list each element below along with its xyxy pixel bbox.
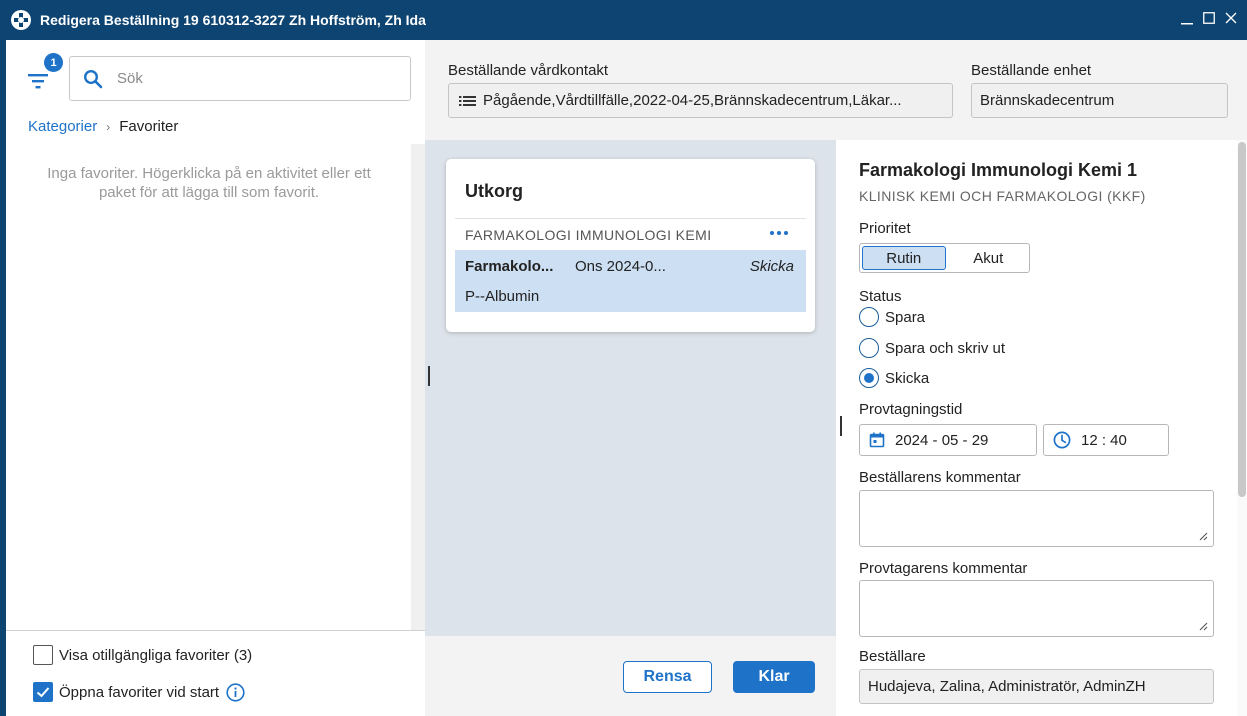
resize-grip-icon[interactable] <box>1199 532 1208 541</box>
sampling-time-label: Provtagningstid <box>859 401 963 418</box>
open-at-start-label: Öppna favoriter vid start <box>59 683 220 701</box>
outbox-row-status: Skicka <box>749 258 794 275</box>
care-contact-field[interactable]: Pågående,Vårdtillfälle,2022-04-25,Bränns… <box>448 83 953 118</box>
status-option-label: Skicka <box>885 369 930 387</box>
calendar-icon <box>869 432 885 448</box>
outbox-row-selected[interactable]: Farmakolo... Ons 2024-0... Skicka P--Alb… <box>455 250 806 312</box>
order-header: Beställande vårdkontakt Pågående,Vårdtil… <box>425 40 1247 140</box>
minimize-icon <box>1181 23 1193 25</box>
minimize-button[interactable] <box>1179 8 1195 28</box>
app-logo-icon <box>11 10 31 30</box>
orderer-label: Beställare <box>859 648 926 665</box>
outbox-row-analysis: P--Albumin <box>465 288 540 305</box>
priority-label: Prioritet <box>859 220 911 237</box>
detail-title: Farmakologi Immunologi Kemi 1 <box>859 160 1138 180</box>
sampling-date-field[interactable]: 2024 - 05 - 29 <box>859 424 1037 456</box>
filter-count-badge: 1 <box>44 53 63 72</box>
radio-spara[interactable] <box>859 307 879 327</box>
outbox-group-header: FARMAKOLOGI IMMUNOLOGI KEMI <box>465 227 712 243</box>
show-unavailable-checkbox-row[interactable]: Visa otillgängliga favoriter (3) <box>33 645 252 665</box>
divider <box>455 218 806 219</box>
radio-skicka[interactable] <box>859 368 879 388</box>
status-label: Status <box>859 288 902 305</box>
outbox-row-name: Farmakolo... <box>465 258 554 275</box>
breadcrumb-categories-link[interactable]: Kategorier <box>28 118 97 135</box>
search-input[interactable] <box>117 70 387 87</box>
show-unavailable-label: Visa otillgängliga favoriter (3) <box>59 646 253 664</box>
sampling-time-field[interactable]: 12 : 40 <box>1043 424 1169 456</box>
clear-button[interactable]: Rensa <box>623 661 712 693</box>
done-button[interactable]: Klar <box>733 661 815 693</box>
orderer-field: Hudajeva, Zalina, Administratör, AdminZH <box>859 669 1214 704</box>
open-at-start-checkbox-row[interactable]: Öppna favoriter vid start <box>33 682 245 702</box>
favorites-footer: Visa otillgängliga favoriter (3) Öppna f… <box>6 630 425 716</box>
chevron-right-icon: › <box>106 119 111 134</box>
sampling-date-value: 2024 - 05 - 29 <box>895 431 989 449</box>
outbox-card: Utkorg FARMAKOLOGI IMMUNOLOGI KEMI Farma… <box>446 159 815 332</box>
list-icon <box>459 95 476 106</box>
ordering-unit-label: Beställande enhet <box>971 62 1092 79</box>
info-icon[interactable] <box>226 682 245 702</box>
detail-subtitle: KLINISK KEMI OCH FARMAKOLOGI (KKF) <box>859 188 1146 204</box>
radio-spara-och-skriv-ut[interactable] <box>859 338 879 358</box>
search-icon <box>83 69 103 88</box>
breadcrumb: Kategorier › Favoriter <box>28 118 178 135</box>
priority-toggle: Rutin Akut <box>859 243 1030 273</box>
priority-option-rutin[interactable]: Rutin <box>862 246 946 270</box>
clock-icon <box>1053 431 1071 449</box>
more-dots-icon <box>770 231 774 235</box>
breadcrumb-current: Favoriter <box>119 118 179 135</box>
status-option-label: Spara och skriv ut <box>885 339 1006 357</box>
close-icon <box>1225 12 1237 24</box>
sampler-comment-label: Provtagarens kommentar <box>859 560 1028 577</box>
open-at-start-checkbox[interactable] <box>33 682 53 702</box>
sampler-comment-input[interactable] <box>859 580 1214 637</box>
status-option-label: Spara <box>885 308 926 326</box>
ordering-unit-field: Brännskadecentrum <box>971 83 1228 118</box>
status-option-spara[interactable]: Spara <box>859 307 925 327</box>
status-option-skicka[interactable]: Skicka <box>859 368 929 388</box>
orderer-value: Hudajeva, Zalina, Administratör, AdminZH <box>868 678 1146 695</box>
orderer-comment-input[interactable] <box>859 490 1214 547</box>
maximize-icon <box>1203 12 1215 24</box>
more-options-button[interactable] <box>764 223 794 243</box>
splitter-handle-left[interactable] <box>428 366 430 386</box>
favorites-list <box>6 144 410 630</box>
sampling-time-value: 12 : 40 <box>1081 431 1127 449</box>
ordering-unit-value: Brännskadecentrum <box>980 92 1115 109</box>
favorites-scrollbar[interactable] <box>411 144 425 630</box>
window-title: Redigera Beställning 19 610312-3227 Zh H… <box>40 12 426 28</box>
resize-grip-icon[interactable] <box>1199 622 1208 631</box>
splitter-handle-right[interactable] <box>840 416 842 436</box>
status-option-spara-och-skriv-ut[interactable]: Spara och skriv ut <box>859 338 1005 358</box>
checkmark-icon <box>36 687 50 698</box>
window-titlebar: Redigera Beställning 19 610312-3227 Zh H… <box>0 0 1247 40</box>
search-box[interactable] <box>69 56 411 101</box>
show-unavailable-checkbox[interactable] <box>33 645 53 665</box>
outbox-title: Utkorg <box>465 181 523 201</box>
outbox-row-date: Ons 2024-0... <box>575 258 666 275</box>
maximize-button[interactable] <box>1201 8 1217 28</box>
care-contact-label: Beställande vårdkontakt <box>448 62 609 79</box>
priority-option-akut[interactable]: Akut <box>948 244 1030 272</box>
close-button[interactable] <box>1223 8 1239 28</box>
favorites-panel: 1 Kategorier › Favoriter Inga favoriter.… <box>6 40 425 716</box>
care-contact-value: Pågående,Vårdtillfälle,2022-04-25,Bränns… <box>483 92 902 109</box>
orderer-comment-label: Beställarens kommentar <box>859 469 1021 486</box>
empty-favorites-message: Inga favoriter. Högerklicka på en aktivi… <box>47 165 371 201</box>
detail-scrollbar-thumb[interactable] <box>1238 142 1246 497</box>
